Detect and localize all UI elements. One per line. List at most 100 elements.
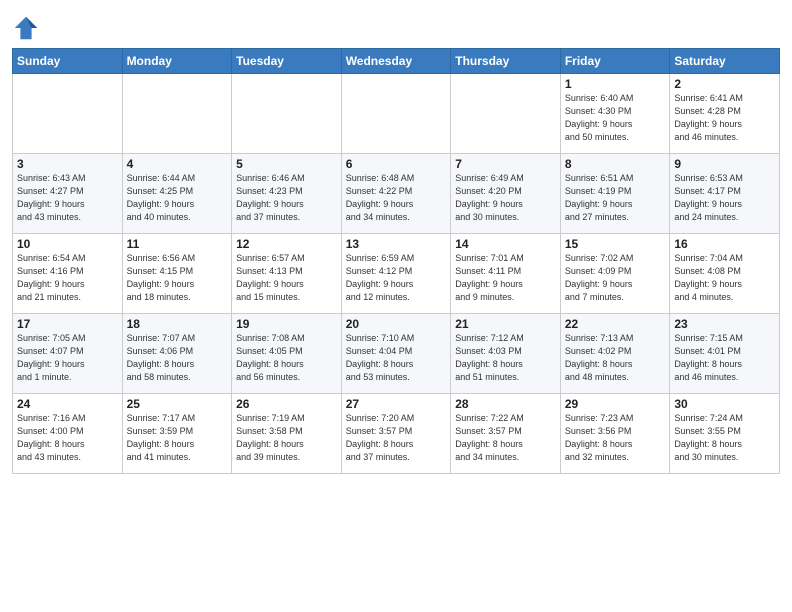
calendar-cell: 1Sunrise: 6:40 AM Sunset: 4:30 PM Daylig… bbox=[560, 74, 670, 154]
day-info: Sunrise: 7:07 AM Sunset: 4:06 PM Dayligh… bbox=[127, 332, 228, 384]
header-tuesday: Tuesday bbox=[232, 49, 342, 74]
day-info: Sunrise: 6:43 AM Sunset: 4:27 PM Dayligh… bbox=[17, 172, 118, 224]
day-info: Sunrise: 7:24 AM Sunset: 3:55 PM Dayligh… bbox=[674, 412, 775, 464]
day-number: 16 bbox=[674, 237, 775, 251]
calendar-cell: 23Sunrise: 7:15 AM Sunset: 4:01 PM Dayli… bbox=[670, 314, 780, 394]
day-number: 8 bbox=[565, 157, 666, 171]
day-info: Sunrise: 7:05 AM Sunset: 4:07 PM Dayligh… bbox=[17, 332, 118, 384]
day-number: 5 bbox=[236, 157, 337, 171]
calendar-cell: 12Sunrise: 6:57 AM Sunset: 4:13 PM Dayli… bbox=[232, 234, 342, 314]
calendar-cell: 14Sunrise: 7:01 AM Sunset: 4:11 PM Dayli… bbox=[451, 234, 561, 314]
calendar-week-4: 24Sunrise: 7:16 AM Sunset: 4:00 PM Dayli… bbox=[13, 394, 780, 474]
day-number: 17 bbox=[17, 317, 118, 331]
calendar-cell: 30Sunrise: 7:24 AM Sunset: 3:55 PM Dayli… bbox=[670, 394, 780, 474]
calendar-cell bbox=[232, 74, 342, 154]
day-number: 27 bbox=[346, 397, 447, 411]
day-info: Sunrise: 6:46 AM Sunset: 4:23 PM Dayligh… bbox=[236, 172, 337, 224]
day-info: Sunrise: 6:41 AM Sunset: 4:28 PM Dayligh… bbox=[674, 92, 775, 144]
header-sunday: Sunday bbox=[13, 49, 123, 74]
calendar-cell: 4Sunrise: 6:44 AM Sunset: 4:25 PM Daylig… bbox=[122, 154, 232, 234]
calendar-cell: 13Sunrise: 6:59 AM Sunset: 4:12 PM Dayli… bbox=[341, 234, 451, 314]
calendar-cell bbox=[341, 74, 451, 154]
calendar-cell: 9Sunrise: 6:53 AM Sunset: 4:17 PM Daylig… bbox=[670, 154, 780, 234]
day-number: 25 bbox=[127, 397, 228, 411]
page-container: SundayMondayTuesdayWednesdayThursdayFrid… bbox=[0, 0, 792, 484]
calendar-cell: 19Sunrise: 7:08 AM Sunset: 4:05 PM Dayli… bbox=[232, 314, 342, 394]
calendar-cell: 10Sunrise: 6:54 AM Sunset: 4:16 PM Dayli… bbox=[13, 234, 123, 314]
day-info: Sunrise: 6:49 AM Sunset: 4:20 PM Dayligh… bbox=[455, 172, 556, 224]
calendar-cell: 18Sunrise: 7:07 AM Sunset: 4:06 PM Dayli… bbox=[122, 314, 232, 394]
calendar-cell: 22Sunrise: 7:13 AM Sunset: 4:02 PM Dayli… bbox=[560, 314, 670, 394]
day-info: Sunrise: 6:59 AM Sunset: 4:12 PM Dayligh… bbox=[346, 252, 447, 304]
day-number: 22 bbox=[565, 317, 666, 331]
day-number: 29 bbox=[565, 397, 666, 411]
logo-icon bbox=[12, 14, 40, 42]
logo bbox=[12, 14, 42, 42]
header-wednesday: Wednesday bbox=[341, 49, 451, 74]
day-info: Sunrise: 7:04 AM Sunset: 4:08 PM Dayligh… bbox=[674, 252, 775, 304]
day-number: 9 bbox=[674, 157, 775, 171]
calendar-cell bbox=[451, 74, 561, 154]
calendar-table: SundayMondayTuesdayWednesdayThursdayFrid… bbox=[12, 48, 780, 474]
day-info: Sunrise: 7:16 AM Sunset: 4:00 PM Dayligh… bbox=[17, 412, 118, 464]
calendar-cell: 7Sunrise: 6:49 AM Sunset: 4:20 PM Daylig… bbox=[451, 154, 561, 234]
day-number: 20 bbox=[346, 317, 447, 331]
day-info: Sunrise: 6:56 AM Sunset: 4:15 PM Dayligh… bbox=[127, 252, 228, 304]
day-info: Sunrise: 6:51 AM Sunset: 4:19 PM Dayligh… bbox=[565, 172, 666, 224]
day-info: Sunrise: 7:10 AM Sunset: 4:04 PM Dayligh… bbox=[346, 332, 447, 384]
day-info: Sunrise: 7:23 AM Sunset: 3:56 PM Dayligh… bbox=[565, 412, 666, 464]
calendar-week-1: 3Sunrise: 6:43 AM Sunset: 4:27 PM Daylig… bbox=[13, 154, 780, 234]
day-number: 4 bbox=[127, 157, 228, 171]
day-number: 11 bbox=[127, 237, 228, 251]
day-info: Sunrise: 7:12 AM Sunset: 4:03 PM Dayligh… bbox=[455, 332, 556, 384]
calendar-week-0: 1Sunrise: 6:40 AM Sunset: 4:30 PM Daylig… bbox=[13, 74, 780, 154]
day-number: 3 bbox=[17, 157, 118, 171]
calendar-cell: 8Sunrise: 6:51 AM Sunset: 4:19 PM Daylig… bbox=[560, 154, 670, 234]
day-number: 1 bbox=[565, 77, 666, 91]
day-info: Sunrise: 6:54 AM Sunset: 4:16 PM Dayligh… bbox=[17, 252, 118, 304]
calendar-cell: 2Sunrise: 6:41 AM Sunset: 4:28 PM Daylig… bbox=[670, 74, 780, 154]
calendar-cell: 29Sunrise: 7:23 AM Sunset: 3:56 PM Dayli… bbox=[560, 394, 670, 474]
day-number: 13 bbox=[346, 237, 447, 251]
header-thursday: Thursday bbox=[451, 49, 561, 74]
day-number: 7 bbox=[455, 157, 556, 171]
header bbox=[12, 10, 780, 42]
calendar-cell: 16Sunrise: 7:04 AM Sunset: 4:08 PM Dayli… bbox=[670, 234, 780, 314]
calendar-cell: 15Sunrise: 7:02 AM Sunset: 4:09 PM Dayli… bbox=[560, 234, 670, 314]
calendar-cell: 21Sunrise: 7:12 AM Sunset: 4:03 PM Dayli… bbox=[451, 314, 561, 394]
calendar-cell: 26Sunrise: 7:19 AM Sunset: 3:58 PM Dayli… bbox=[232, 394, 342, 474]
day-number: 6 bbox=[346, 157, 447, 171]
day-info: Sunrise: 7:15 AM Sunset: 4:01 PM Dayligh… bbox=[674, 332, 775, 384]
day-number: 24 bbox=[17, 397, 118, 411]
calendar-cell: 11Sunrise: 6:56 AM Sunset: 4:15 PM Dayli… bbox=[122, 234, 232, 314]
calendar-cell: 5Sunrise: 6:46 AM Sunset: 4:23 PM Daylig… bbox=[232, 154, 342, 234]
day-info: Sunrise: 7:08 AM Sunset: 4:05 PM Dayligh… bbox=[236, 332, 337, 384]
day-info: Sunrise: 7:19 AM Sunset: 3:58 PM Dayligh… bbox=[236, 412, 337, 464]
day-number: 2 bbox=[674, 77, 775, 91]
day-number: 26 bbox=[236, 397, 337, 411]
day-info: Sunrise: 6:40 AM Sunset: 4:30 PM Dayligh… bbox=[565, 92, 666, 144]
calendar-cell: 25Sunrise: 7:17 AM Sunset: 3:59 PM Dayli… bbox=[122, 394, 232, 474]
day-info: Sunrise: 7:01 AM Sunset: 4:11 PM Dayligh… bbox=[455, 252, 556, 304]
day-number: 10 bbox=[17, 237, 118, 251]
day-number: 14 bbox=[455, 237, 556, 251]
calendar-cell: 20Sunrise: 7:10 AM Sunset: 4:04 PM Dayli… bbox=[341, 314, 451, 394]
calendar-cell: 27Sunrise: 7:20 AM Sunset: 3:57 PM Dayli… bbox=[341, 394, 451, 474]
day-info: Sunrise: 6:57 AM Sunset: 4:13 PM Dayligh… bbox=[236, 252, 337, 304]
calendar-header-row: SundayMondayTuesdayWednesdayThursdayFrid… bbox=[13, 49, 780, 74]
day-info: Sunrise: 6:48 AM Sunset: 4:22 PM Dayligh… bbox=[346, 172, 447, 224]
day-number: 18 bbox=[127, 317, 228, 331]
day-info: Sunrise: 7:17 AM Sunset: 3:59 PM Dayligh… bbox=[127, 412, 228, 464]
day-number: 15 bbox=[565, 237, 666, 251]
day-info: Sunrise: 7:22 AM Sunset: 3:57 PM Dayligh… bbox=[455, 412, 556, 464]
calendar-cell bbox=[122, 74, 232, 154]
header-friday: Friday bbox=[560, 49, 670, 74]
day-info: Sunrise: 6:53 AM Sunset: 4:17 PM Dayligh… bbox=[674, 172, 775, 224]
calendar-cell: 3Sunrise: 6:43 AM Sunset: 4:27 PM Daylig… bbox=[13, 154, 123, 234]
calendar-week-2: 10Sunrise: 6:54 AM Sunset: 4:16 PM Dayli… bbox=[13, 234, 780, 314]
day-number: 23 bbox=[674, 317, 775, 331]
day-info: Sunrise: 7:13 AM Sunset: 4:02 PM Dayligh… bbox=[565, 332, 666, 384]
header-saturday: Saturday bbox=[670, 49, 780, 74]
day-info: Sunrise: 7:02 AM Sunset: 4:09 PM Dayligh… bbox=[565, 252, 666, 304]
day-info: Sunrise: 7:20 AM Sunset: 3:57 PM Dayligh… bbox=[346, 412, 447, 464]
